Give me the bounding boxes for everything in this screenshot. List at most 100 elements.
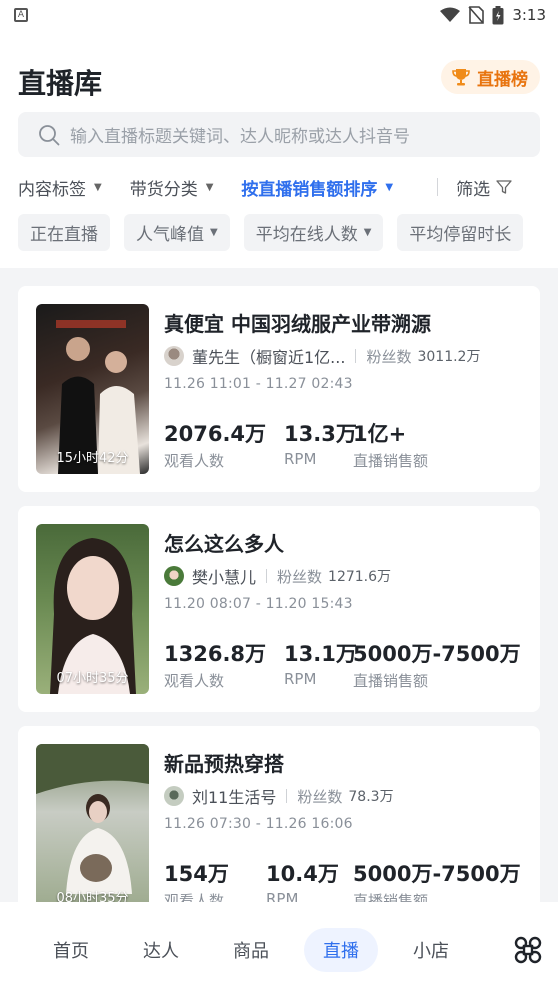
- nav-creators[interactable]: 达人: [126, 928, 196, 972]
- chip-label: 正在直播: [30, 225, 98, 245]
- nav-live[interactable]: 直播: [304, 928, 378, 972]
- fans-count: 3011.2万: [417, 349, 481, 365]
- stat-label: RPM: [284, 450, 317, 468]
- avatar: [164, 786, 184, 806]
- live-cover-image: 07小时35分: [36, 524, 149, 694]
- divider: [355, 349, 357, 363]
- stat-value: 13.1万: [284, 642, 357, 666]
- caret-down-icon: ▼: [94, 181, 102, 193]
- host-row: 樊小慧儿 粉丝数 1271.6万: [164, 564, 391, 588]
- fans-label: 粉丝数: [366, 347, 412, 366]
- divider: [437, 178, 439, 196]
- chip-label: 人气峰值: [136, 225, 204, 245]
- filter-label: 带货分类: [129, 179, 198, 200]
- filter-label: 按直播销售额排序: [241, 179, 378, 200]
- filter-content-tag[interactable]: 内容标签 ▼: [18, 175, 102, 200]
- rank-button[interactable]: 直播榜: [441, 60, 540, 94]
- page-title: 直播库: [18, 67, 103, 100]
- caret-down-icon: ▼: [363, 227, 372, 238]
- chip-row: 正在直播 人气峰值 ▼ 平均在线人数 ▼ 平均停留时长: [18, 214, 558, 251]
- host-row: 董先生（橱窗近1亿... 粉丝数 3011.2万: [164, 344, 480, 368]
- caret-down-icon: ▼: [385, 181, 394, 193]
- stat-sales: 5000万-7500万直播销售额: [353, 638, 521, 691]
- live-cover-image: 08小时35分: [36, 744, 149, 914]
- notification-a-icon: A: [14, 8, 28, 22]
- command-icon-glyph: [514, 936, 542, 964]
- stat-value: 5000万-7500万: [353, 642, 521, 666]
- stat-viewers: 2076.4万 观看人数: [164, 418, 266, 471]
- live-time-range: 11.26 07:30 - 11.26 16:06: [164, 816, 353, 832]
- trophy-icon: [452, 69, 470, 86]
- nav-label: 直播: [323, 941, 359, 962]
- divider: [286, 789, 288, 803]
- funnel-icon: [496, 180, 512, 194]
- stat-viewers: 1326.8万观看人数: [164, 638, 266, 691]
- fans-count: 1271.6万: [328, 569, 392, 585]
- filter-label: 内容标签: [18, 179, 86, 200]
- live-card[interactable]: 07小时35分 怎么这么多人 樊小慧儿 粉丝数 1271.6万 11.20 08…: [18, 506, 540, 712]
- nav-label: 达人: [143, 941, 179, 962]
- divider: [266, 569, 268, 583]
- chip-live-now[interactable]: 正在直播: [18, 214, 110, 251]
- command-icon[interactable]: [506, 928, 550, 972]
- nav-label: 首页: [53, 941, 89, 962]
- stat-label: RPM: [284, 670, 317, 688]
- chip-label: 平均停留时长: [409, 225, 512, 245]
- host-name[interactable]: 樊小慧儿: [192, 564, 256, 588]
- stat-value: 1326.8万: [164, 642, 267, 666]
- stat-value: 13.3万: [284, 422, 357, 446]
- battery-icon: [492, 5, 504, 24]
- fans-label: 粉丝数: [277, 567, 323, 586]
- bottom-nav: 首页 达人 商品 直播 小店: [0, 902, 558, 992]
- filter-sort[interactable]: 按直播销售额排序 ▼: [241, 175, 393, 200]
- stat-value: 1亿+: [353, 422, 407, 446]
- host-name[interactable]: 董先生（橱窗近1亿...: [192, 344, 345, 368]
- stat-sales: 1亿+ 直播销售额: [353, 418, 428, 471]
- nav-home[interactable]: 首页: [36, 928, 106, 972]
- search-placeholder: 输入直播标题关键词、达人昵称或达人抖音号: [70, 127, 410, 147]
- host-name[interactable]: 刘11生活号: [192, 784, 276, 808]
- caret-down-icon: ▼: [210, 227, 218, 238]
- card-title: 新品预热穿搭: [164, 752, 284, 776]
- clock: 3:13: [512, 6, 546, 24]
- wifi-icon: [440, 7, 461, 22]
- stat-value: 10.4万: [266, 862, 339, 886]
- chip-avg-stay[interactable]: 平均停留时长: [397, 214, 524, 251]
- live-cover-image: 15小时42分: [36, 304, 149, 474]
- card-title: 怎么这么多人: [164, 532, 284, 556]
- status-bar: A 3:13: [0, 0, 558, 30]
- stat-rpm: 13.3万 RPM: [284, 418, 357, 468]
- live-card[interactable]: 15小时42分 真便宜 中国羽绒服产业带溯源 董先生（橱窗近1亿... 粉丝数 …: [18, 286, 540, 492]
- live-time-range: 11.26 11:01 - 11.27 02:43: [164, 376, 353, 392]
- fans-label: 粉丝数: [297, 787, 343, 806]
- stat-label: 观看人数: [164, 672, 225, 690]
- search-input[interactable]: 输入直播标题关键词、达人昵称或达人抖音号: [18, 112, 540, 157]
- filter-category[interactable]: 带货分类 ▼: [130, 175, 214, 200]
- stat-value: 154万: [164, 862, 229, 886]
- duration-label: 07小时35分: [56, 671, 129, 686]
- search-icon: [39, 124, 60, 145]
- duration-label: 15小时42分: [56, 451, 129, 466]
- live-time-range: 11.20 08:07 - 11.20 15:43: [164, 596, 353, 612]
- chip-label: 平均在线人数: [255, 225, 358, 245]
- caret-down-icon: ▼: [205, 181, 214, 193]
- chip-peak[interactable]: 人气峰值 ▼: [124, 214, 230, 251]
- filter-bar: 内容标签 ▼ 带货分类 ▼ 按直播销售额排序 ▼ 筛选: [18, 172, 540, 202]
- header: 直播库 直播榜 输入直播标题关键词、达人昵称或达人抖音号 内容标签 ▼ 带货分类 ▼…: [0, 30, 558, 268]
- stat-label: 直播销售额: [353, 672, 429, 690]
- avatar: [164, 346, 184, 366]
- stat-rpm: 10.4万 RPM: [266, 858, 339, 908]
- chip-avg-online[interactable]: 平均在线人数 ▼: [243, 214, 384, 251]
- nav-shop[interactable]: 小店: [396, 928, 466, 972]
- host-row: 刘11生活号 粉丝数 78.3万: [164, 784, 394, 808]
- nav-label: 小店: [413, 941, 449, 962]
- avatar: [164, 566, 184, 586]
- rank-button-label: 直播榜: [477, 69, 528, 90]
- screen-button[interactable]: 筛选: [456, 175, 512, 200]
- stat-value: 2076.4万: [164, 422, 267, 446]
- no-sim-icon: [468, 6, 485, 24]
- stat-value: 5000万-7500万: [353, 862, 521, 886]
- card-title: 真便宜 中国羽绒服产业带溯源: [164, 312, 431, 336]
- nav-products[interactable]: 商品: [216, 928, 286, 972]
- nav-label: 商品: [233, 941, 269, 962]
